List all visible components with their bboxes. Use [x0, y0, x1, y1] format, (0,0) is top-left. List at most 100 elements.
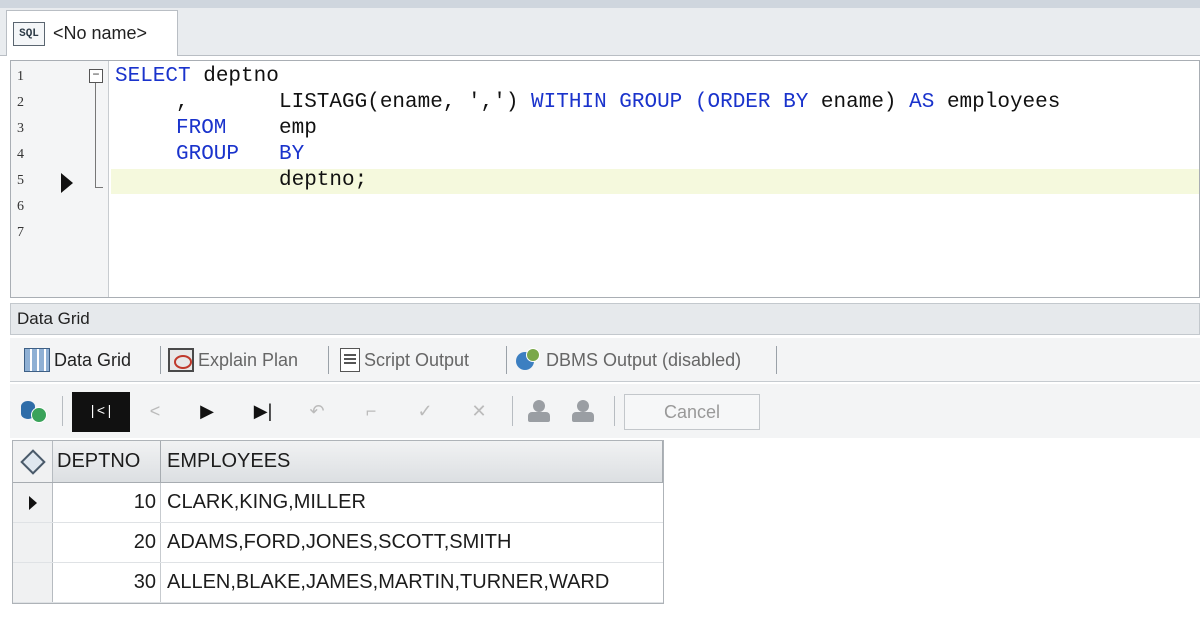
sql-text: ename) [808, 91, 897, 114]
undo-icon: ↶ [309, 400, 325, 421]
result-grid: DEPTNO EMPLOYEES 10 CLARK,KING,MILLER 20… [12, 440, 664, 604]
cell-deptno[interactable]: 30 [53, 563, 161, 602]
column-header-employees[interactable]: EMPLOYEES [161, 441, 663, 482]
current-line-arrow-icon [61, 173, 73, 193]
fold-collapse-icon[interactable]: − [89, 69, 103, 83]
tab-separator [328, 346, 329, 374]
cell-employees[interactable]: CLARK,KING,MILLER [161, 483, 663, 522]
cell-deptno[interactable]: 20 [53, 523, 161, 562]
cell-employees[interactable]: ADAMS,FORD,JONES,SCOTT,SMITH [161, 523, 663, 562]
tab-label: Data Grid [54, 349, 132, 370]
sql-editor[interactable]: 1 2 3 4 5 6 7 − SELECT deptno , LISTAGG(… [10, 60, 1200, 298]
table-row[interactable]: 20 ADAMS,FORD,JONES,SCOTT,SMITH [13, 523, 663, 563]
tab-separator [160, 346, 161, 374]
line-number: 7 [17, 225, 24, 240]
commit-button[interactable] [522, 394, 556, 428]
tab-explain-plan[interactable]: Explain Plan [168, 344, 298, 376]
code-line-4: GROUP [176, 143, 239, 166]
sql-text: LISTAGG(ename, ',') [279, 91, 519, 114]
tab-data-grid[interactable]: Data Grid [24, 344, 131, 376]
sql-text: deptno [190, 65, 279, 88]
code-line-2-body: LISTAGG(ename, ',') WITHIN GROUP (ORDER … [279, 91, 1060, 114]
document-tab[interactable]: SQL <No name> [6, 10, 178, 56]
sql-keyword: GROUP [176, 143, 240, 166]
line-number: 3 [17, 121, 24, 136]
check-icon: ✓ [417, 400, 433, 421]
next-record-icon: ▶ [200, 400, 214, 421]
cancel-edit-button[interactable]: ✕ [462, 394, 496, 428]
row-selector[interactable] [13, 523, 53, 562]
tab-dbms-output[interactable]: DBMS Output (disabled) [514, 344, 741, 376]
first-record-icon: |<| [88, 404, 114, 420]
insert-row-icon: ⌐ [365, 400, 377, 421]
sql-keyword: AS [896, 91, 935, 114]
select-all-cell[interactable] [13, 441, 53, 482]
line-number: 4 [17, 147, 24, 162]
refresh-icon [21, 399, 47, 423]
tab-separator [776, 346, 777, 374]
row-selector[interactable] [13, 483, 53, 522]
script-output-icon [340, 348, 360, 372]
line-number: 5 [17, 173, 24, 188]
tab-separator [506, 346, 507, 374]
code-line-1: SELECT deptno [115, 65, 279, 88]
refresh-button[interactable] [16, 394, 50, 428]
tab-script-output[interactable]: Script Output [340, 344, 469, 376]
table-row[interactable]: 10 CLARK,KING,MILLER [13, 483, 663, 523]
fold-guide-end [95, 187, 103, 188]
line-number-gutter: 1 2 3 4 5 6 7 − [11, 61, 109, 297]
tab-label: Script Output [364, 349, 470, 370]
data-grid-icon [24, 348, 50, 372]
code-line-5: deptno; [279, 169, 367, 192]
grid-toolbar: |<| < ▶ ▶| ↶ ⌐ ✓ ✕ Cancel [10, 384, 1200, 438]
row-selector[interactable] [13, 563, 53, 602]
code-line-3-body: emp [279, 117, 317, 140]
table-row[interactable]: 30 ALLEN,BLAKE,JAMES,MARTIN,TURNER,WARD [13, 563, 663, 603]
cancel-query-button[interactable]: Cancel [624, 394, 760, 430]
last-record-icon: ▶| [253, 400, 273, 421]
top-border [0, 0, 1200, 8]
first-record-button[interactable]: |<| [72, 392, 130, 432]
next-record-button[interactable]: ▶ [190, 394, 224, 428]
line-number: 6 [17, 199, 24, 214]
sql-keyword: WITHIN GROUP (ORDER BY [518, 91, 809, 114]
line-number: 2 [17, 95, 24, 110]
toolbar-separator [614, 396, 615, 426]
x-icon: ✕ [471, 400, 487, 421]
column-header-deptno[interactable]: DEPTNO [53, 441, 161, 482]
last-record-button[interactable]: ▶| [246, 394, 280, 428]
sql-text: , [176, 91, 189, 114]
tab-label: DBMS Output (disabled) [546, 349, 742, 370]
cell-deptno[interactable]: 10 [53, 483, 161, 522]
code-line-4-body: BY [279, 143, 304, 166]
previous-record-button[interactable]: < [138, 394, 172, 428]
sql-keyword: BY [279, 143, 305, 166]
sql-keyword: FROM [176, 117, 227, 140]
database-upload-icon [526, 398, 552, 424]
tab-label: Explain Plan [198, 349, 299, 370]
output-tab-bar: Data Grid Explain Plan Script Output DBM… [10, 338, 1200, 382]
sql-keyword: SELECT [115, 65, 191, 88]
post-edit-button[interactable]: ✓ [408, 394, 442, 428]
insert-row-button[interactable]: ⌐ [354, 394, 388, 428]
document-tab-title: <No name> [53, 23, 148, 43]
database-download-icon [570, 398, 596, 424]
cell-employees[interactable]: ALLEN,BLAKE,JAMES,MARTIN,TURNER,WARD [161, 563, 663, 602]
toolbar-separator [62, 396, 63, 426]
previous-record-icon: < [149, 400, 161, 421]
toolbar-separator [512, 396, 513, 426]
code-line-2: , [176, 91, 189, 114]
grid-header-row: DEPTNO EMPLOYEES [13, 441, 663, 483]
sql-text: employees [934, 91, 1061, 114]
fold-guide [95, 83, 96, 187]
explain-plan-icon [168, 348, 194, 372]
document-tab-strip: SQL <No name> [0, 0, 1200, 56]
sql-text: emp [279, 117, 317, 140]
rollback-button[interactable] [566, 394, 600, 428]
dbms-output-icon [514, 348, 542, 372]
sql-text: deptno; [279, 169, 368, 192]
line-number: 1 [17, 69, 24, 84]
undo-button[interactable]: ↶ [300, 394, 334, 428]
code-line-3: FROM [176, 117, 226, 140]
grid-select-icon [19, 448, 46, 475]
